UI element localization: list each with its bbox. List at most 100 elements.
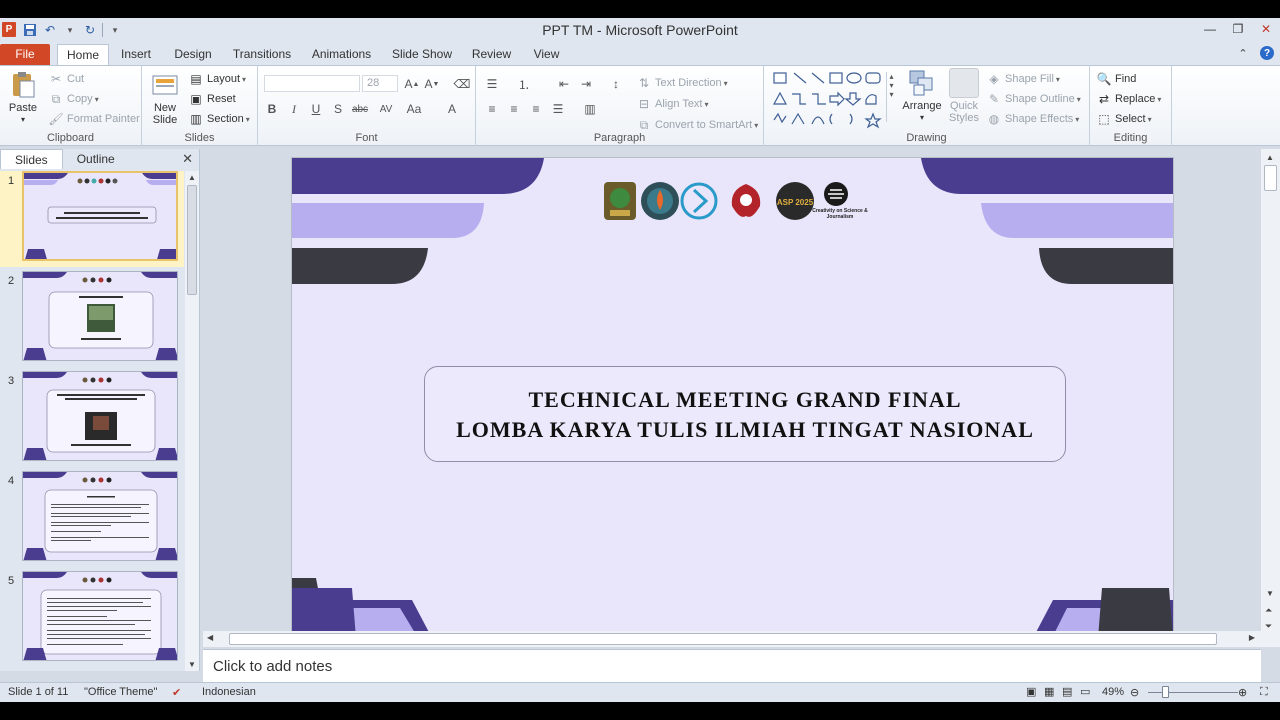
notes-pane[interactable]: Click to add notes xyxy=(203,649,1261,682)
normal-view-icon[interactable]: ▣ xyxy=(1026,685,1036,698)
shape-effects-button[interactable]: ◍ Shape Effects xyxy=(986,110,1079,128)
columns-icon[interactable]: ▥ xyxy=(580,100,600,118)
clear-format-icon[interactable]: ⌫ xyxy=(452,75,472,93)
previous-slide-icon[interactable]: ⏶ xyxy=(1265,605,1272,616)
bold-icon[interactable]: B xyxy=(262,100,282,118)
shape-fill-button[interactable]: ◈ Shape Fill xyxy=(986,70,1060,88)
tab-transitions[interactable]: Transitions xyxy=(230,44,294,65)
underline-icon[interactable]: U xyxy=(306,100,326,118)
next-slide-icon[interactable]: ⏷ xyxy=(1265,621,1272,632)
tab-file[interactable]: File xyxy=(0,44,50,65)
restore-icon[interactable]: ❐ xyxy=(1224,18,1252,40)
numbering-icon[interactable]: ⒈ xyxy=(514,75,534,93)
tab-review[interactable]: Review xyxy=(469,44,514,65)
logo-4 xyxy=(731,184,761,217)
tab-slide-show[interactable]: Slide Show xyxy=(390,44,454,65)
fit-to-window-icon[interactable]: ⛶ xyxy=(1260,686,1268,699)
scroll-up-icon[interactable]: ▲ xyxy=(188,173,196,182)
slide-thumbnail-2[interactable]: 2 xyxy=(0,271,184,367)
copy-button[interactable]: ⧉ Copy xyxy=(48,90,99,108)
close-pane-icon[interactable]: ✕ xyxy=(182,151,193,167)
shapes-gallery-more-icon[interactable]: ▴ ▾ ▾ xyxy=(886,72,896,122)
scroll-thumb[interactable] xyxy=(187,185,197,295)
new-slide-icon xyxy=(152,75,178,95)
char-spacing-icon[interactable]: AV xyxy=(376,100,396,118)
scroll-thumb[interactable] xyxy=(1264,165,1277,191)
slide-sorter-icon[interactable]: ▦ xyxy=(1044,685,1054,698)
shapes-gallery[interactable] xyxy=(770,70,890,130)
minimize-icon[interactable]: — xyxy=(1196,18,1224,40)
format-painter-button[interactable]: 🖌 Format Painter xyxy=(48,110,139,128)
layout-button[interactable]: ▤ Layout xyxy=(188,70,246,88)
font-name-box[interactable] xyxy=(264,75,360,92)
slide-vertical-scrollbar[interactable]: ▲ ▼ ⏶ ⏷ xyxy=(1261,149,1280,647)
tab-animations[interactable]: Animations xyxy=(309,44,374,65)
shadow-icon[interactable]: S xyxy=(328,100,348,118)
close-icon[interactable]: ✕ xyxy=(1252,18,1280,40)
shrink-font-icon[interactable]: A ▼ xyxy=(422,75,442,93)
scroll-left-icon[interactable]: ◀ xyxy=(207,633,213,642)
slide-thumbnail-1[interactable]: 1 xyxy=(0,171,184,267)
zoom-slider-thumb[interactable] xyxy=(1162,686,1169,698)
replace-button[interactable]: ⇄ Replace xyxy=(1096,90,1161,108)
arrange-button[interactable]: Arrange ▾ xyxy=(902,68,942,124)
zoom-out-icon[interactable]: ⊖ xyxy=(1130,686,1139,699)
slide-thumbnail-5[interactable]: 5 xyxy=(0,571,184,667)
help-icon[interactable]: ? xyxy=(1260,46,1274,60)
slide-thumbnail-4[interactable]: 4 xyxy=(0,471,184,567)
line-spacing-icon[interactable]: ↕ xyxy=(606,75,626,93)
select-button[interactable]: ⬚ Select xyxy=(1096,110,1152,128)
tab-insert[interactable]: Insert xyxy=(116,44,156,65)
tab-view[interactable]: View xyxy=(529,44,564,65)
slide-show-icon[interactable]: ▭ xyxy=(1080,685,1090,698)
binoculars-icon: 🔍 xyxy=(1096,72,1112,86)
tab-slides[interactable]: Slides xyxy=(0,149,63,169)
slide-canvas[interactable]: ASP 2025 Creativity on Science & Journal… xyxy=(292,158,1173,631)
zoom-level[interactable]: 49% xyxy=(1102,686,1124,698)
italic-icon[interactable]: I xyxy=(284,100,304,118)
align-center-icon[interactable]: ≡ xyxy=(504,100,524,118)
align-text-button[interactable]: ⊟ Align Text xyxy=(636,95,709,113)
change-case-icon[interactable]: Aa xyxy=(404,100,424,118)
font-size-box[interactable]: 28 xyxy=(362,75,398,92)
find-button[interactable]: 🔍 Find xyxy=(1096,70,1137,88)
reset-button[interactable]: ▣ Reset xyxy=(188,90,235,108)
thumbnails-scrollbar[interactable]: ▲ ▼ xyxy=(185,171,199,671)
text-direction-button[interactable]: ⇅ Text Direction xyxy=(636,74,728,92)
new-slide-button[interactable]: New Slide xyxy=(148,70,182,126)
slide-horizontal-scrollbar[interactable]: ◀ ▶ xyxy=(203,631,1261,647)
strikethrough-icon[interactable]: abc xyxy=(350,100,370,118)
zoom-in-icon[interactable]: ⊕ xyxy=(1238,686,1247,699)
tab-outline[interactable]: Outline xyxy=(63,149,129,169)
scroll-up-icon[interactable]: ▲ xyxy=(1266,153,1274,162)
quick-styles-button[interactable]: Quick Styles xyxy=(944,68,984,124)
scroll-down-icon[interactable]: ▼ xyxy=(188,660,196,669)
scroll-down-icon[interactable]: ▼ xyxy=(1266,589,1274,598)
paste-button[interactable]: Paste ▾ xyxy=(6,70,40,126)
decrease-indent-icon[interactable]: ⇤ xyxy=(554,75,574,93)
scroll-thumb[interactable] xyxy=(229,633,1217,645)
shape-effects-icon: ◍ xyxy=(988,112,1000,126)
language-indicator[interactable]: Indonesian xyxy=(202,686,256,698)
notes-placeholder[interactable]: Click to add notes xyxy=(213,658,332,675)
minimize-ribbon-icon[interactable]: ⌃ xyxy=(1236,46,1250,60)
group-slides: New Slide ▤ Layout ▣ Reset ▥ Section Slides xyxy=(142,66,258,146)
align-right-icon[interactable]: ≡ xyxy=(526,100,546,118)
grow-font-icon[interactable]: A ▲ xyxy=(402,75,422,93)
bullets-icon[interactable]: ☰ xyxy=(482,75,502,93)
justify-icon[interactable]: ☰ xyxy=(548,100,568,118)
slide-thumbnail-3[interactable]: 3 xyxy=(0,371,184,467)
shape-outline-button[interactable]: ✎ Shape Outline xyxy=(986,90,1081,108)
increase-indent-icon[interactable]: ⇥ xyxy=(576,75,596,93)
align-text-icon: ⊟ xyxy=(638,97,650,111)
tab-home[interactable]: Home xyxy=(57,44,109,65)
font-color-icon[interactable]: A xyxy=(442,100,462,118)
title-placeholder[interactable]: TECHNICAL MEETING GRAND FINAL LOMBA KARY… xyxy=(424,366,1066,462)
tab-design[interactable]: Design xyxy=(171,44,215,65)
scroll-right-icon[interactable]: ▶ xyxy=(1249,633,1255,642)
reading-view-icon[interactable]: ▤ xyxy=(1062,685,1072,698)
section-button[interactable]: ▥ Section xyxy=(188,110,250,128)
spelling-check-icon[interactable]: ✔ xyxy=(172,686,181,699)
align-left-icon[interactable]: ≡ xyxy=(482,100,502,118)
cut-button[interactable]: ✂ Cut xyxy=(48,70,84,88)
